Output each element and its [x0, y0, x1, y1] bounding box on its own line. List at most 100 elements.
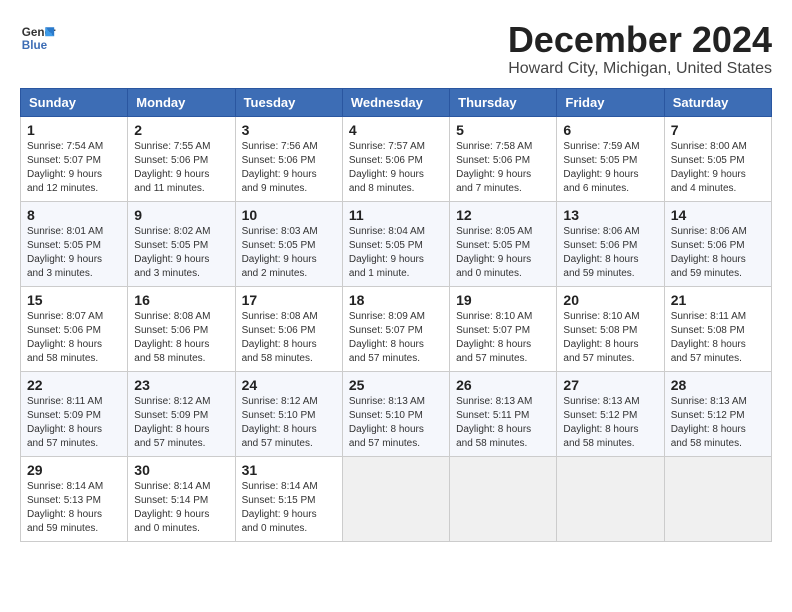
day-number: 8	[27, 207, 121, 223]
day-number: 21	[671, 292, 765, 308]
calendar-cell: 25 Sunrise: 8:13 AMSunset: 5:10 PMDaylig…	[342, 371, 449, 456]
day-detail: Sunrise: 8:11 AMSunset: 5:09 PMDaylight:…	[27, 396, 102, 449]
day-detail: Sunrise: 8:12 AMSunset: 5:10 PMDaylight:…	[242, 396, 318, 449]
calendar-cell: 17 Sunrise: 8:08 AMSunset: 5:06 PMDaylig…	[235, 286, 342, 371]
calendar-cell: 21 Sunrise: 8:11 AMSunset: 5:08 PMDaylig…	[664, 286, 771, 371]
day-detail: Sunrise: 8:11 AMSunset: 5:08 PMDaylight:…	[671, 311, 746, 364]
day-detail: Sunrise: 8:06 AMSunset: 5:06 PMDaylight:…	[671, 226, 747, 279]
day-detail: Sunrise: 8:07 AMSunset: 5:06 PMDaylight:…	[27, 311, 103, 364]
day-detail: Sunrise: 8:08 AMSunset: 5:06 PMDaylight:…	[134, 311, 210, 364]
calendar-cell: 19 Sunrise: 8:10 AMSunset: 5:07 PMDaylig…	[450, 286, 557, 371]
day-detail: Sunrise: 7:58 AMSunset: 5:06 PMDaylight:…	[456, 141, 532, 194]
subtitle: Howard City, Michigan, United States	[508, 60, 772, 78]
calendar-header-row: SundayMondayTuesdayWednesdayThursdayFrid…	[21, 88, 772, 116]
calendar-cell: 2 Sunrise: 7:55 AMSunset: 5:06 PMDayligh…	[128, 116, 235, 201]
calendar: SundayMondayTuesdayWednesdayThursdayFrid…	[20, 88, 772, 542]
day-detail: Sunrise: 8:05 AMSunset: 5:05 PMDaylight:…	[456, 226, 532, 279]
day-number: 15	[27, 292, 121, 308]
day-detail: Sunrise: 8:13 AMSunset: 5:11 PMDaylight:…	[456, 396, 532, 449]
calendar-cell: 16 Sunrise: 8:08 AMSunset: 5:06 PMDaylig…	[128, 286, 235, 371]
day-number: 9	[134, 207, 228, 223]
calendar-header-sunday: Sunday	[21, 88, 128, 116]
calendar-cell: 6 Sunrise: 7:59 AMSunset: 5:05 PMDayligh…	[557, 116, 664, 201]
day-detail: Sunrise: 8:12 AMSunset: 5:09 PMDaylight:…	[134, 396, 210, 449]
day-number: 4	[349, 122, 443, 138]
day-number: 13	[563, 207, 657, 223]
day-number: 20	[563, 292, 657, 308]
day-number: 30	[134, 462, 228, 478]
day-detail: Sunrise: 7:55 AMSunset: 5:06 PMDaylight:…	[134, 141, 210, 194]
calendar-cell: 22 Sunrise: 8:11 AMSunset: 5:09 PMDaylig…	[21, 371, 128, 456]
day-detail: Sunrise: 7:59 AMSunset: 5:05 PMDaylight:…	[563, 141, 639, 194]
day-number: 17	[242, 292, 336, 308]
calendar-week-4: 22 Sunrise: 8:11 AMSunset: 5:09 PMDaylig…	[21, 371, 772, 456]
day-detail: Sunrise: 8:13 AMSunset: 5:12 PMDaylight:…	[671, 396, 747, 449]
day-number: 11	[349, 207, 443, 223]
calendar-cell: 1 Sunrise: 7:54 AMSunset: 5:07 PMDayligh…	[21, 116, 128, 201]
calendar-cell: 14 Sunrise: 8:06 AMSunset: 5:06 PMDaylig…	[664, 201, 771, 286]
calendar-cell: 10 Sunrise: 8:03 AMSunset: 5:05 PMDaylig…	[235, 201, 342, 286]
day-detail: Sunrise: 8:06 AMSunset: 5:06 PMDaylight:…	[563, 226, 639, 279]
calendar-cell: 23 Sunrise: 8:12 AMSunset: 5:09 PMDaylig…	[128, 371, 235, 456]
day-detail: Sunrise: 8:13 AMSunset: 5:12 PMDaylight:…	[563, 396, 639, 449]
day-detail: Sunrise: 8:04 AMSunset: 5:05 PMDaylight:…	[349, 226, 425, 279]
calendar-header-monday: Monday	[128, 88, 235, 116]
day-detail: Sunrise: 8:00 AMSunset: 5:05 PMDaylight:…	[671, 141, 747, 194]
calendar-header-saturday: Saturday	[664, 88, 771, 116]
day-number: 12	[456, 207, 550, 223]
day-number: 16	[134, 292, 228, 308]
day-detail: Sunrise: 8:08 AMSunset: 5:06 PMDaylight:…	[242, 311, 318, 364]
day-number: 10	[242, 207, 336, 223]
calendar-cell: 28 Sunrise: 8:13 AMSunset: 5:12 PMDaylig…	[664, 371, 771, 456]
calendar-body: 1 Sunrise: 7:54 AMSunset: 5:07 PMDayligh…	[21, 116, 772, 541]
day-number: 27	[563, 377, 657, 393]
day-detail: Sunrise: 8:14 AMSunset: 5:13 PMDaylight:…	[27, 481, 103, 534]
calendar-week-2: 8 Sunrise: 8:01 AMSunset: 5:05 PMDayligh…	[21, 201, 772, 286]
calendar-cell: 13 Sunrise: 8:06 AMSunset: 5:06 PMDaylig…	[557, 201, 664, 286]
day-number: 1	[27, 122, 121, 138]
calendar-cell: 5 Sunrise: 7:58 AMSunset: 5:06 PMDayligh…	[450, 116, 557, 201]
main-title: December 2024	[508, 20, 772, 60]
calendar-cell: 20 Sunrise: 8:10 AMSunset: 5:08 PMDaylig…	[557, 286, 664, 371]
day-detail: Sunrise: 8:02 AMSunset: 5:05 PMDaylight:…	[134, 226, 210, 279]
calendar-cell: 9 Sunrise: 8:02 AMSunset: 5:05 PMDayligh…	[128, 201, 235, 286]
calendar-cell: 24 Sunrise: 8:12 AMSunset: 5:10 PMDaylig…	[235, 371, 342, 456]
calendar-cell: 27 Sunrise: 8:13 AMSunset: 5:12 PMDaylig…	[557, 371, 664, 456]
calendar-cell: 15 Sunrise: 8:07 AMSunset: 5:06 PMDaylig…	[21, 286, 128, 371]
calendar-cell: 3 Sunrise: 7:56 AMSunset: 5:06 PMDayligh…	[235, 116, 342, 201]
day-number: 29	[27, 462, 121, 478]
calendar-header-wednesday: Wednesday	[342, 88, 449, 116]
day-number: 25	[349, 377, 443, 393]
day-detail: Sunrise: 8:14 AMSunset: 5:15 PMDaylight:…	[242, 481, 318, 534]
day-detail: Sunrise: 8:09 AMSunset: 5:07 PMDaylight:…	[349, 311, 425, 364]
day-number: 23	[134, 377, 228, 393]
day-detail: Sunrise: 8:10 AMSunset: 5:07 PMDaylight:…	[456, 311, 532, 364]
calendar-header-thursday: Thursday	[450, 88, 557, 116]
calendar-cell: 29 Sunrise: 8:14 AMSunset: 5:13 PMDaylig…	[21, 456, 128, 541]
day-number: 31	[242, 462, 336, 478]
calendar-header-tuesday: Tuesday	[235, 88, 342, 116]
day-number: 5	[456, 122, 550, 138]
day-detail: Sunrise: 7:56 AMSunset: 5:06 PMDaylight:…	[242, 141, 318, 194]
day-number: 18	[349, 292, 443, 308]
calendar-week-5: 29 Sunrise: 8:14 AMSunset: 5:13 PMDaylig…	[21, 456, 772, 541]
calendar-cell: 30 Sunrise: 8:14 AMSunset: 5:14 PMDaylig…	[128, 456, 235, 541]
calendar-cell: 8 Sunrise: 8:01 AMSunset: 5:05 PMDayligh…	[21, 201, 128, 286]
calendar-cell: 12 Sunrise: 8:05 AMSunset: 5:05 PMDaylig…	[450, 201, 557, 286]
calendar-week-1: 1 Sunrise: 7:54 AMSunset: 5:07 PMDayligh…	[21, 116, 772, 201]
day-number: 22	[27, 377, 121, 393]
day-number: 2	[134, 122, 228, 138]
calendar-cell	[664, 456, 771, 541]
day-number: 14	[671, 207, 765, 223]
calendar-cell: 31 Sunrise: 8:14 AMSunset: 5:15 PMDaylig…	[235, 456, 342, 541]
calendar-cell: 11 Sunrise: 8:04 AMSunset: 5:05 PMDaylig…	[342, 201, 449, 286]
title-area: December 2024 Howard City, Michigan, Uni…	[508, 20, 772, 78]
day-number: 28	[671, 377, 765, 393]
day-number: 6	[563, 122, 657, 138]
day-detail: Sunrise: 8:14 AMSunset: 5:14 PMDaylight:…	[134, 481, 210, 534]
day-detail: Sunrise: 7:54 AMSunset: 5:07 PMDaylight:…	[27, 141, 103, 194]
day-detail: Sunrise: 7:57 AMSunset: 5:06 PMDaylight:…	[349, 141, 425, 194]
day-number: 19	[456, 292, 550, 308]
header: General Blue December 2024 Howard City, …	[20, 20, 772, 78]
day-detail: Sunrise: 8:13 AMSunset: 5:10 PMDaylight:…	[349, 396, 425, 449]
